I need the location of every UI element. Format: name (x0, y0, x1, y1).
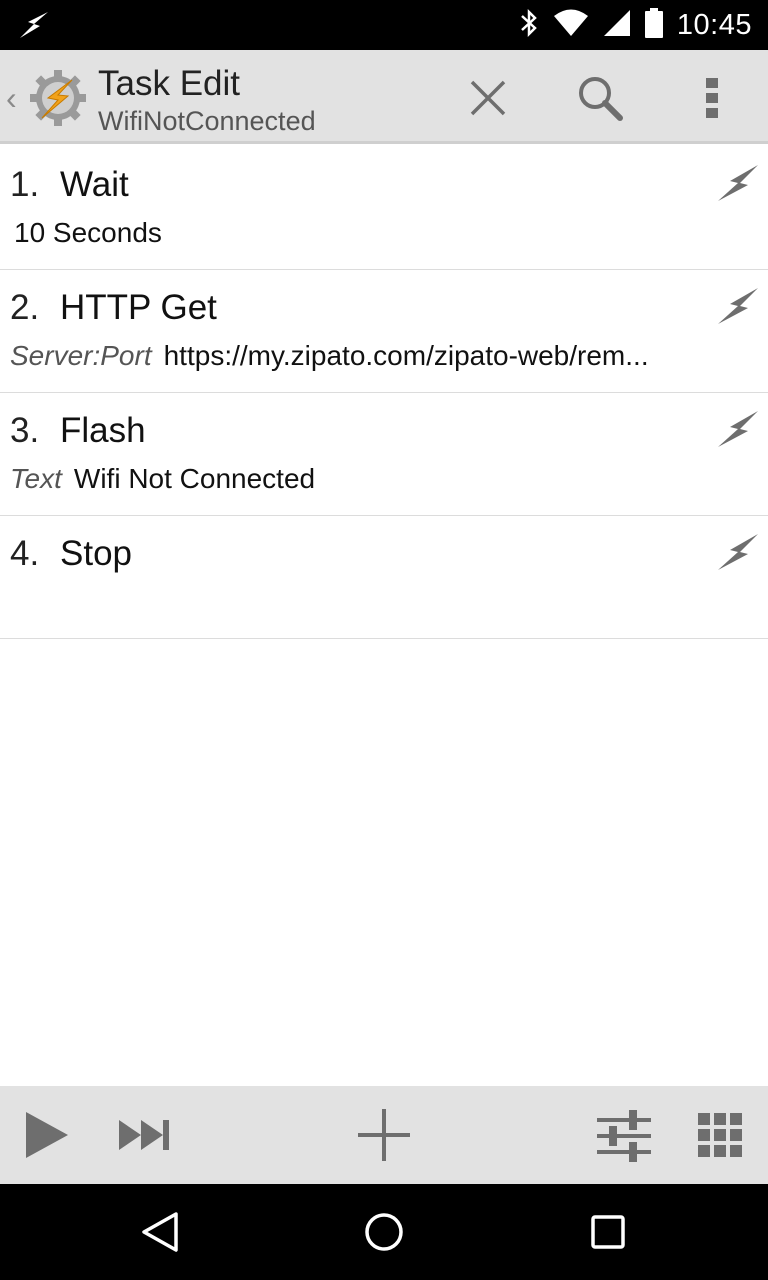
back-triangle-icon[interactable] (130, 1204, 190, 1260)
back-chevron-icon[interactable]: ‹ (6, 80, 17, 117)
action-list: 1. Wait 10 Seconds 2. HTTP Get Server:Po… (0, 147, 768, 639)
action-params: Server:Port https://my.zipato.com/zipato-… (10, 340, 710, 372)
status-bar: 10:45 (0, 0, 768, 50)
bolt-icon[interactable] (716, 530, 760, 574)
add-icon[interactable] (354, 1105, 414, 1165)
param-value: https://my.zipato.com/zipato-web/rem... (163, 340, 649, 371)
action-number: 3. (10, 411, 40, 450)
bolt-icon[interactable] (716, 407, 760, 451)
param-label: Text (10, 463, 62, 494)
bluetooth-icon (519, 8, 539, 43)
list-item-action-1[interactable]: 1. Wait 10 Seconds (0, 147, 768, 270)
system-nav-bar (0, 1184, 768, 1280)
bottom-toolbar (0, 1086, 768, 1184)
action-name: Flash (60, 411, 146, 450)
action-name: Stop (60, 534, 132, 573)
home-circle-icon[interactable] (354, 1204, 414, 1260)
action-number: 1. (10, 165, 40, 204)
list-item-action-3[interactable]: 3. Flash Text Wifi Not Connected (0, 393, 768, 516)
param-value: 10 Seconds (14, 217, 162, 248)
grid-icon[interactable] (690, 1105, 750, 1165)
wifi-icon (553, 9, 589, 42)
action-params: 10 Seconds (14, 217, 714, 249)
overflow-menu-icon[interactable] (682, 68, 742, 128)
action-name: HTTP Get (60, 288, 217, 327)
app-logo-icon[interactable] (28, 68, 88, 128)
param-value: Wifi Not Connected (73, 463, 316, 494)
recents-square-icon[interactable] (578, 1204, 638, 1260)
bolt-icon (18, 10, 50, 45)
action-params: Text Wifi Not Connected (10, 463, 710, 495)
list-item-action-4[interactable]: 4. Stop (0, 516, 768, 639)
search-icon[interactable] (570, 68, 630, 128)
list-item-action-2[interactable]: 2. HTTP Get Server:Port https://my.zipato… (0, 270, 768, 393)
task-name-subtitle: WifiNotConnected (98, 106, 316, 136)
play-icon[interactable] (16, 1105, 76, 1165)
clock: 10:45 (676, 8, 752, 41)
bolt-icon[interactable] (716, 284, 760, 328)
sliders-icon[interactable] (594, 1105, 654, 1165)
action-number: 4. (10, 534, 40, 573)
action-bar: ‹ Task Edit WifiNotConnected (0, 50, 768, 144)
cell-signal-icon (603, 9, 631, 42)
battery-icon (644, 7, 663, 43)
page-title: Task Edit (98, 64, 240, 103)
skip-next-icon[interactable] (114, 1105, 174, 1165)
action-name: Wait (60, 165, 129, 204)
bolt-icon[interactable] (716, 161, 760, 205)
close-icon[interactable] (458, 68, 518, 128)
action-number: 2. (10, 288, 40, 327)
param-label: Server:Port (10, 340, 152, 371)
